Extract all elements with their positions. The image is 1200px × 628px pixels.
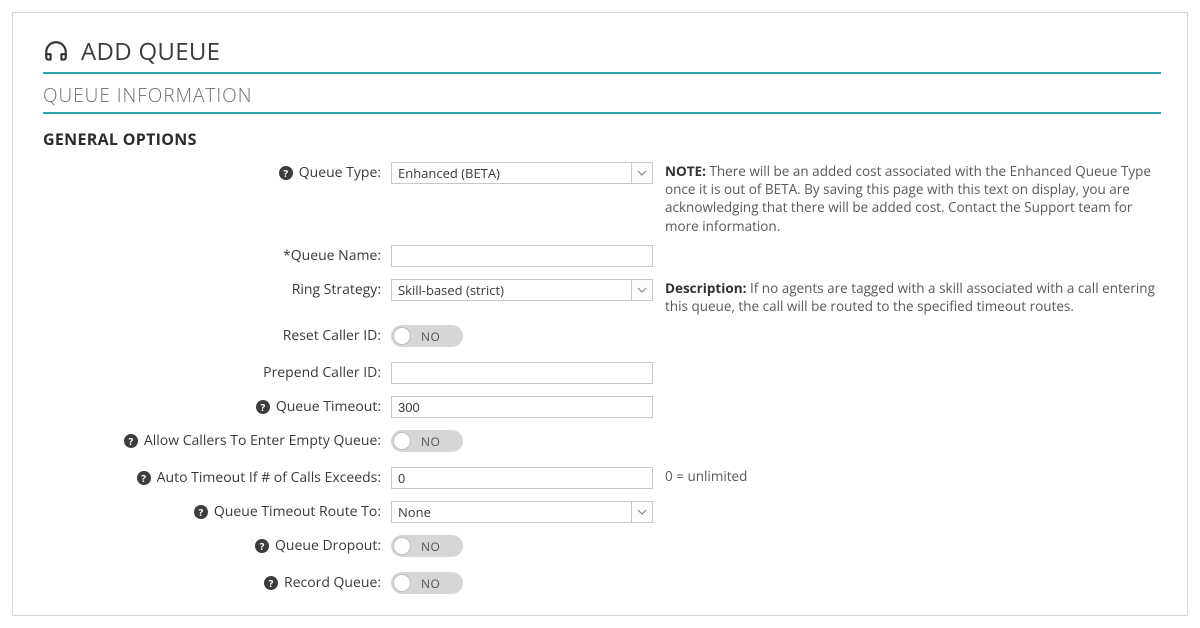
reset-caller-id-label: Reset Caller ID:: [283, 325, 381, 347]
toggle-knob: [393, 537, 411, 555]
timeout-route-value: None: [391, 501, 631, 523]
help-icon[interactable]: ?: [137, 471, 151, 485]
section-title: QUEUE INFORMATION: [43, 82, 1161, 114]
auto-timeout-input[interactable]: [391, 467, 653, 489]
auto-timeout-label: Auto Timeout If # of Calls Exceeds:: [157, 467, 381, 489]
chevron-down-icon[interactable]: [631, 162, 653, 184]
chevron-down-icon[interactable]: [631, 501, 653, 523]
queue-type-select[interactable]: Enhanced (BETA): [391, 162, 653, 184]
queue-dropout-state: NO: [421, 538, 440, 555]
allow-empty-state: NO: [421, 433, 440, 450]
help-icon[interactable]: ?: [255, 539, 269, 553]
record-queue-toggle[interactable]: NO: [391, 572, 463, 594]
queue-name-label: *Queue Name:: [283, 245, 381, 267]
queue-type-note: NOTE: There will be an added cost associ…: [653, 162, 1161, 235]
toggle-knob: [393, 327, 411, 345]
ring-strategy-label: Ring Strategy:: [292, 279, 381, 301]
record-queue-state: NO: [421, 575, 440, 592]
ring-strategy-description: Description: If no agents are tagged wit…: [653, 279, 1161, 315]
reset-caller-id-toggle[interactable]: NO: [391, 325, 463, 347]
ring-strategy-select[interactable]: Skill-based (strict): [391, 279, 653, 301]
prepend-caller-id-input[interactable]: [391, 362, 653, 384]
help-icon[interactable]: ?: [256, 400, 270, 414]
queue-dropout-toggle[interactable]: NO: [391, 535, 463, 557]
queue-dropout-label: Queue Dropout:: [275, 535, 381, 557]
note-prefix: NOTE:: [665, 162, 706, 180]
record-queue-label: Record Queue:: [284, 572, 381, 594]
reset-caller-id-state: NO: [421, 328, 440, 345]
queue-type-label: Queue Type:: [299, 162, 381, 184]
prepend-caller-id-label: Prepend Caller ID:: [263, 362, 381, 384]
chevron-down-icon[interactable]: [631, 279, 653, 301]
ring-strategy-value: Skill-based (strict): [391, 279, 631, 301]
auto-timeout-hint: 0 = unlimited: [665, 467, 747, 485]
queue-timeout-input[interactable]: [391, 396, 653, 418]
timeout-route-label: Queue Timeout Route To:: [214, 501, 381, 523]
help-icon[interactable]: ?: [194, 505, 208, 519]
toggle-knob: [393, 574, 411, 592]
toggle-knob: [393, 432, 411, 450]
queue-name-input[interactable]: [391, 245, 653, 267]
allow-empty-label: Allow Callers To Enter Empty Queue:: [144, 430, 381, 452]
allow-empty-toggle[interactable]: NO: [391, 430, 463, 452]
note-text: There will be an added cost associated w…: [665, 162, 1151, 235]
help-icon[interactable]: ?: [264, 576, 278, 590]
desc-prefix: Description:: [665, 279, 746, 297]
help-icon[interactable]: ?: [124, 434, 138, 448]
timeout-route-select[interactable]: None: [391, 501, 653, 523]
queue-timeout-label: Queue Timeout:: [276, 396, 381, 418]
add-queue-panel: ADD QUEUE QUEUE INFORMATION GENERAL OPTI…: [12, 12, 1188, 616]
help-icon[interactable]: ?: [279, 166, 293, 180]
subsection-title: GENERAL OPTIONS: [43, 128, 1161, 150]
page-title: ADD QUEUE: [43, 35, 1161, 74]
page-title-text: ADD QUEUE: [81, 35, 220, 68]
queue-type-value: Enhanced (BETA): [391, 162, 631, 184]
headset-icon: [43, 39, 69, 65]
